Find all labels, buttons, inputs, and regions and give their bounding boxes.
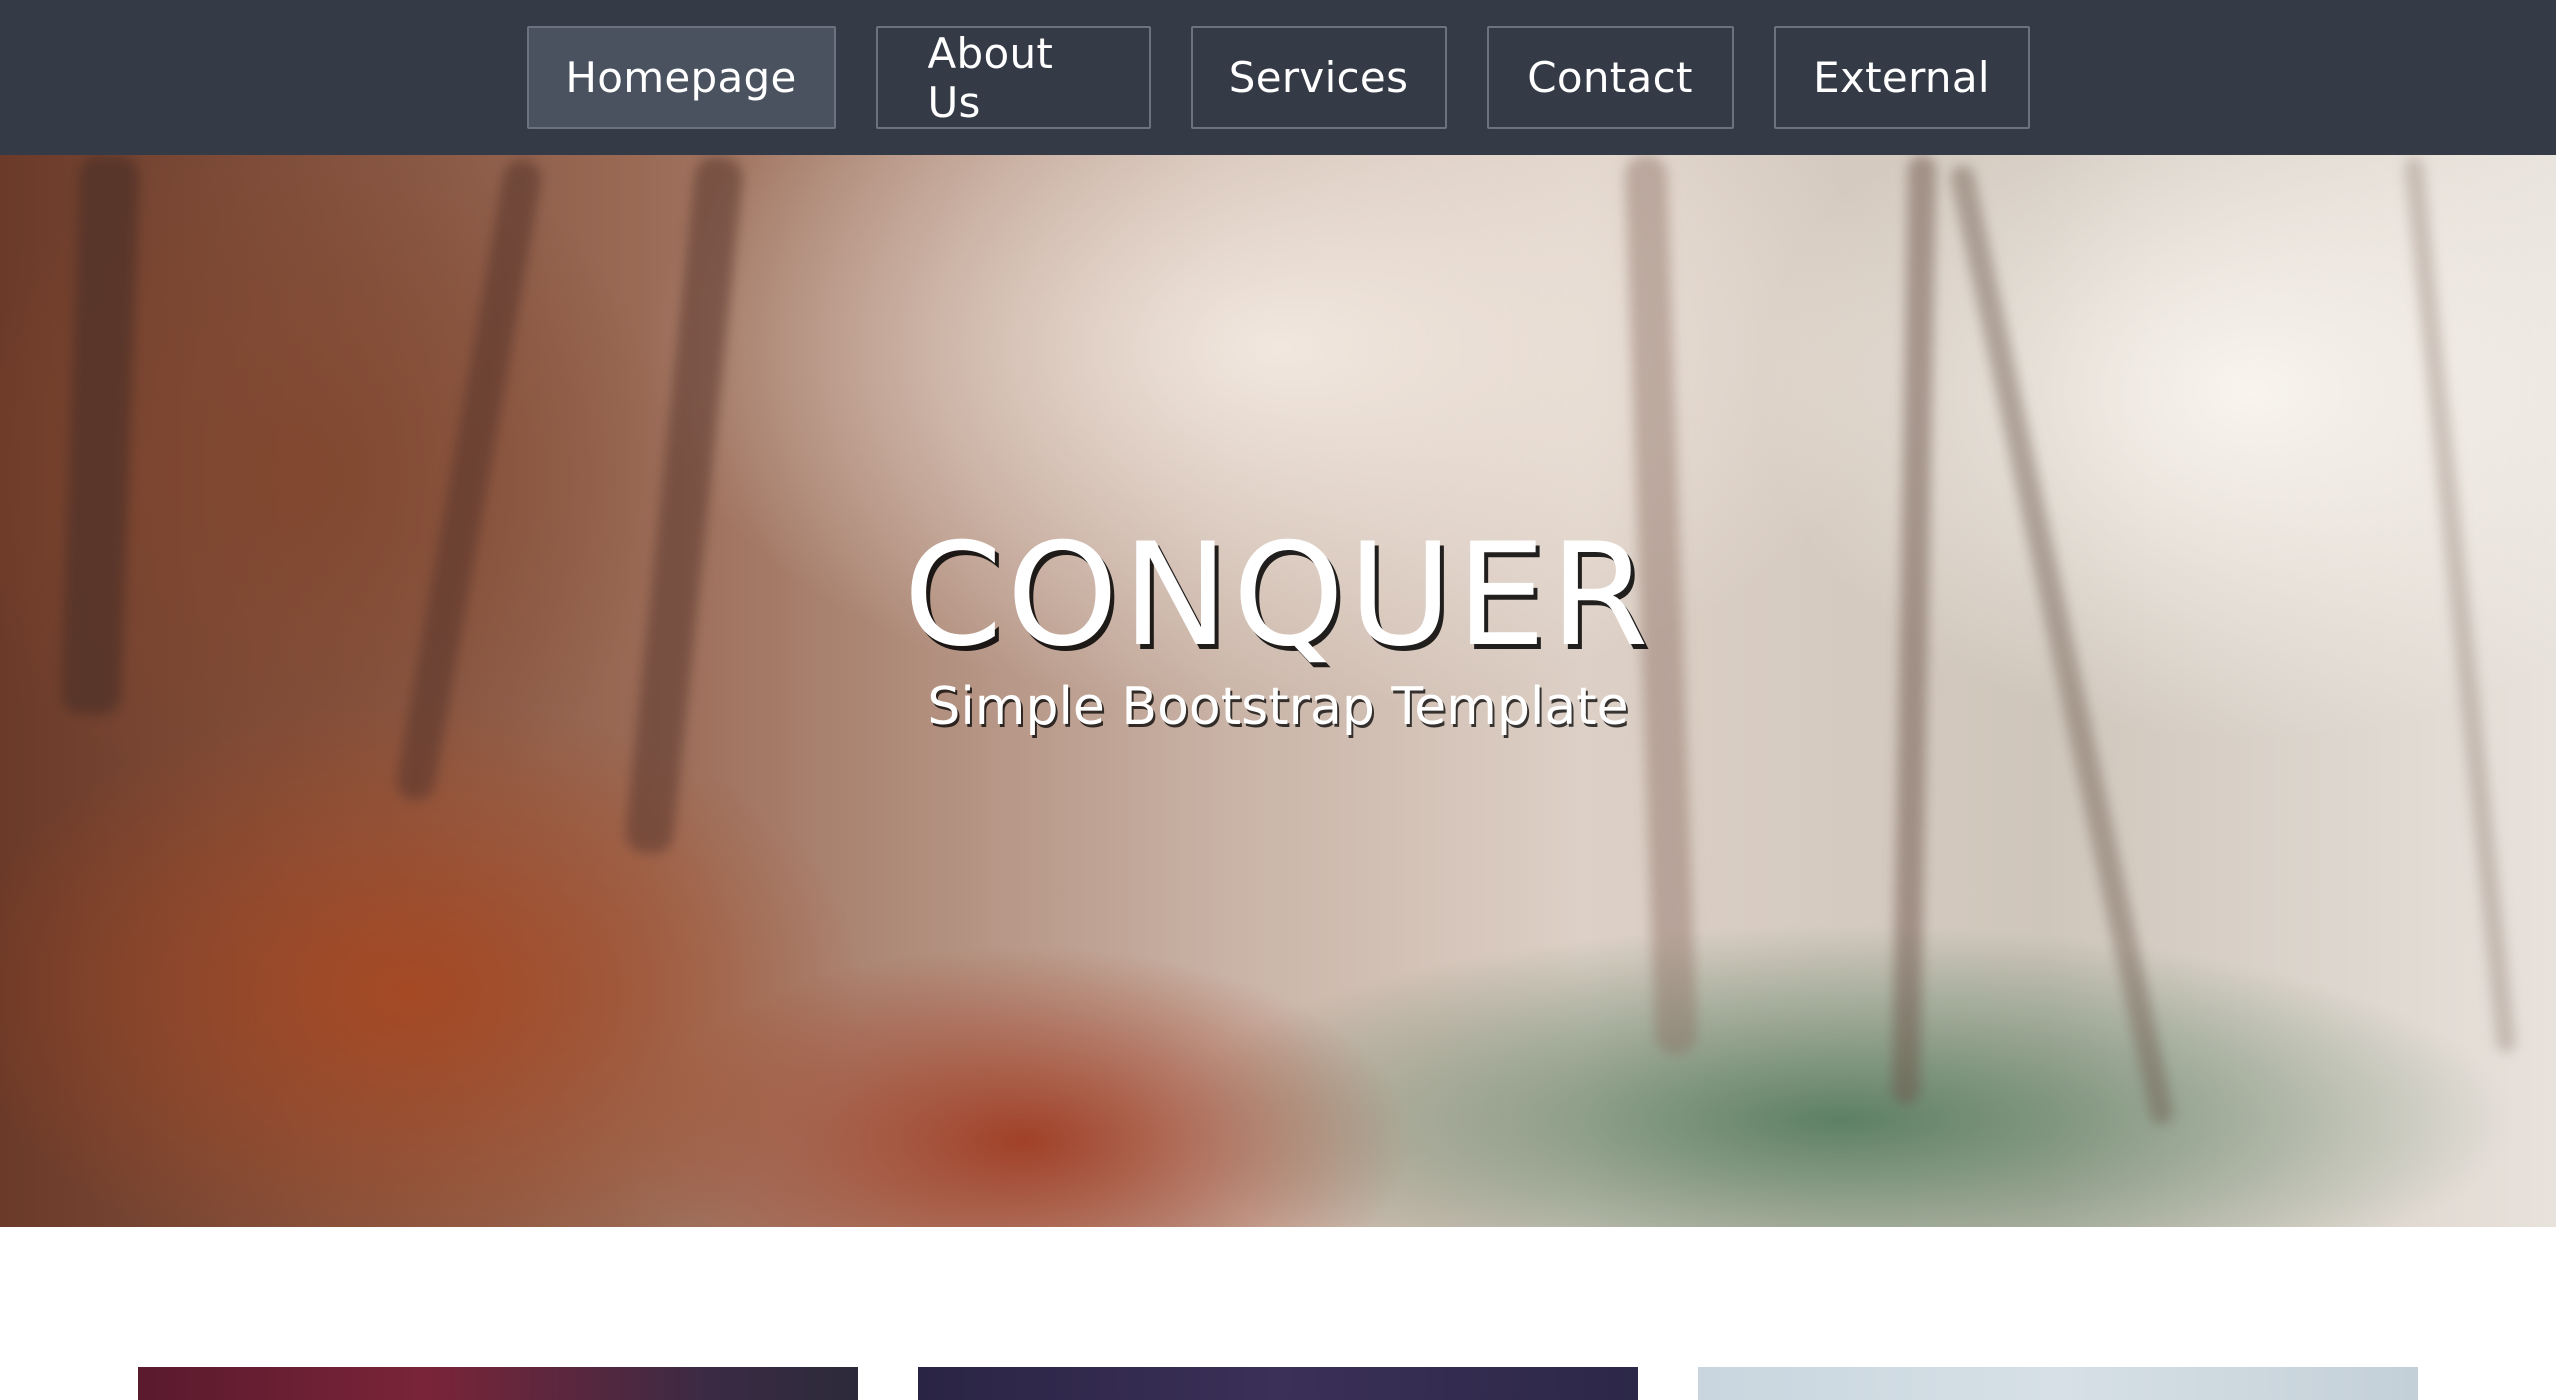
hero-title: CONQUER xyxy=(903,513,1653,678)
hero-subtitle: Simple Bootstrap Template xyxy=(927,677,1629,737)
card-image-1[interactable] xyxy=(138,1367,858,1400)
card-image-2[interactable] xyxy=(918,1367,1638,1400)
hero-banner: CONQUER Simple Bootstrap Template xyxy=(0,155,2556,1227)
nav-services[interactable]: Services xyxy=(1190,26,1447,129)
nav-external[interactable]: External xyxy=(1773,26,2030,129)
top-navbar: Homepage About Us Services Contact Exter… xyxy=(0,0,2556,155)
nav-about-us[interactable]: About Us xyxy=(875,26,1151,129)
nav-contact[interactable]: Contact xyxy=(1486,26,1734,129)
nav-homepage[interactable]: Homepage xyxy=(526,26,836,129)
card-image-3[interactable] xyxy=(1698,1367,2418,1400)
